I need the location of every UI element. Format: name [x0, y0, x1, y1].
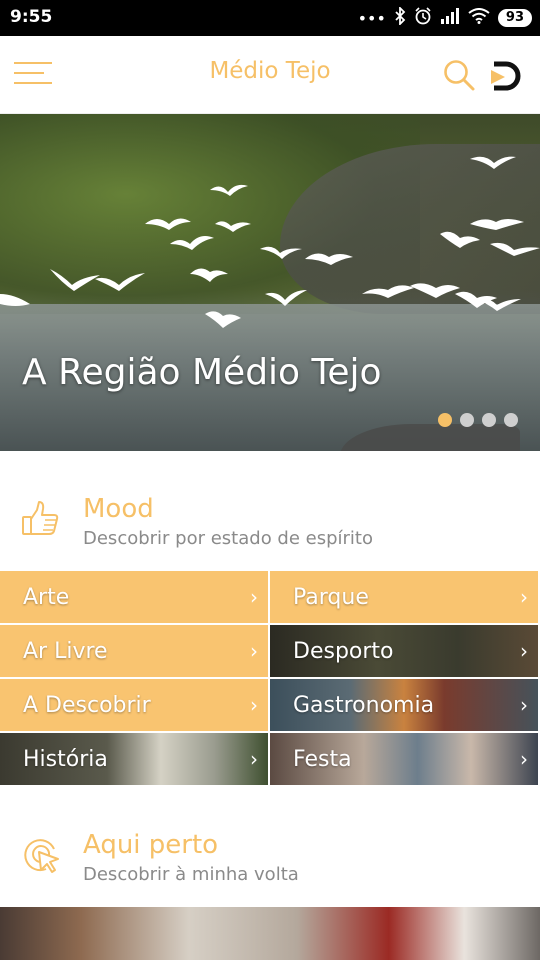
carousel-indicators[interactable]: [438, 413, 518, 427]
brand-logo-icon[interactable]: [488, 58, 524, 94]
chevron-right-icon: ›: [520, 639, 528, 663]
mood-tile-ar-livre[interactable]: Ar Livre ›: [0, 625, 268, 677]
status-bar: 9:55 ••• 93: [0, 0, 540, 36]
mood-tile-historia[interactable]: História ›: [0, 733, 268, 785]
carousel-dot-3[interactable]: [482, 413, 496, 427]
chevron-right-icon: ›: [520, 747, 528, 771]
thumbs-up-icon: [20, 498, 62, 540]
mood-section-header[interactable]: Mood Descobrir por estado de espírito: [0, 460, 540, 570]
mood-tile-parque[interactable]: Parque ›: [270, 571, 538, 623]
hero-birds: [0, 156, 540, 328]
wifi-icon: [468, 8, 490, 28]
nearby-title: Aqui perto: [83, 830, 219, 860]
app-header: Médio Tejo: [0, 36, 540, 114]
chevron-right-icon: ›: [520, 585, 528, 609]
hero-caption: A Região Médio Tejo: [22, 352, 382, 393]
carousel-dot-1[interactable]: [438, 413, 452, 427]
tile-label: A Descobrir: [23, 692, 151, 718]
nearby-subtitle: Descobrir à minha volta: [83, 864, 299, 885]
location-pointer-icon: [20, 834, 62, 876]
carousel-dot-2[interactable]: [460, 413, 474, 427]
tile-label: Arte: [23, 584, 70, 610]
mood-subtitle: Descobrir por estado de espírito: [83, 528, 374, 549]
mood-grid: Arte › Parque › Ar Livre › Desporto › A …: [0, 571, 540, 787]
mood-tile-gastronomia[interactable]: Gastronomia ›: [270, 679, 538, 731]
carousel-dot-4[interactable]: [504, 413, 518, 427]
search-icon[interactable]: [442, 58, 476, 92]
tile-label: Desporto: [293, 638, 394, 664]
mood-tile-desporto[interactable]: Desporto ›: [270, 625, 538, 677]
chevron-right-icon: ›: [250, 585, 258, 609]
chevron-right-icon: ›: [250, 639, 258, 663]
chevron-right-icon: ›: [250, 693, 258, 717]
chevron-right-icon: ›: [250, 747, 258, 771]
bluetooth-icon: [394, 5, 406, 29]
tile-label: Gastronomia: [293, 692, 435, 718]
tile-label: História: [23, 746, 108, 772]
tile-label: Parque: [293, 584, 369, 610]
signal-icon: [440, 8, 460, 28]
nearby-place-image[interactable]: [0, 907, 540, 960]
mood-tile-festa[interactable]: Festa ›: [270, 733, 538, 785]
mood-tile-a-descobrir[interactable]: A Descobrir ›: [0, 679, 268, 731]
battery-indicator: 93: [497, 9, 532, 27]
status-time: 9:55: [10, 7, 53, 27]
nearby-section-header[interactable]: Aqui perto Descobrir à minha volta: [0, 796, 540, 906]
mood-title: Mood: [83, 494, 154, 524]
tile-label: Ar Livre: [23, 638, 108, 664]
mood-tile-arte[interactable]: Arte ›: [0, 571, 268, 623]
chevron-right-icon: ›: [520, 693, 528, 717]
status-icons: ••• 93: [357, 5, 532, 29]
tile-label: Festa: [293, 746, 352, 772]
alarm-icon: [414, 7, 432, 29]
hero-carousel[interactable]: A Região Médio Tejo: [0, 114, 540, 451]
more-dots-icon: •••: [357, 8, 386, 28]
